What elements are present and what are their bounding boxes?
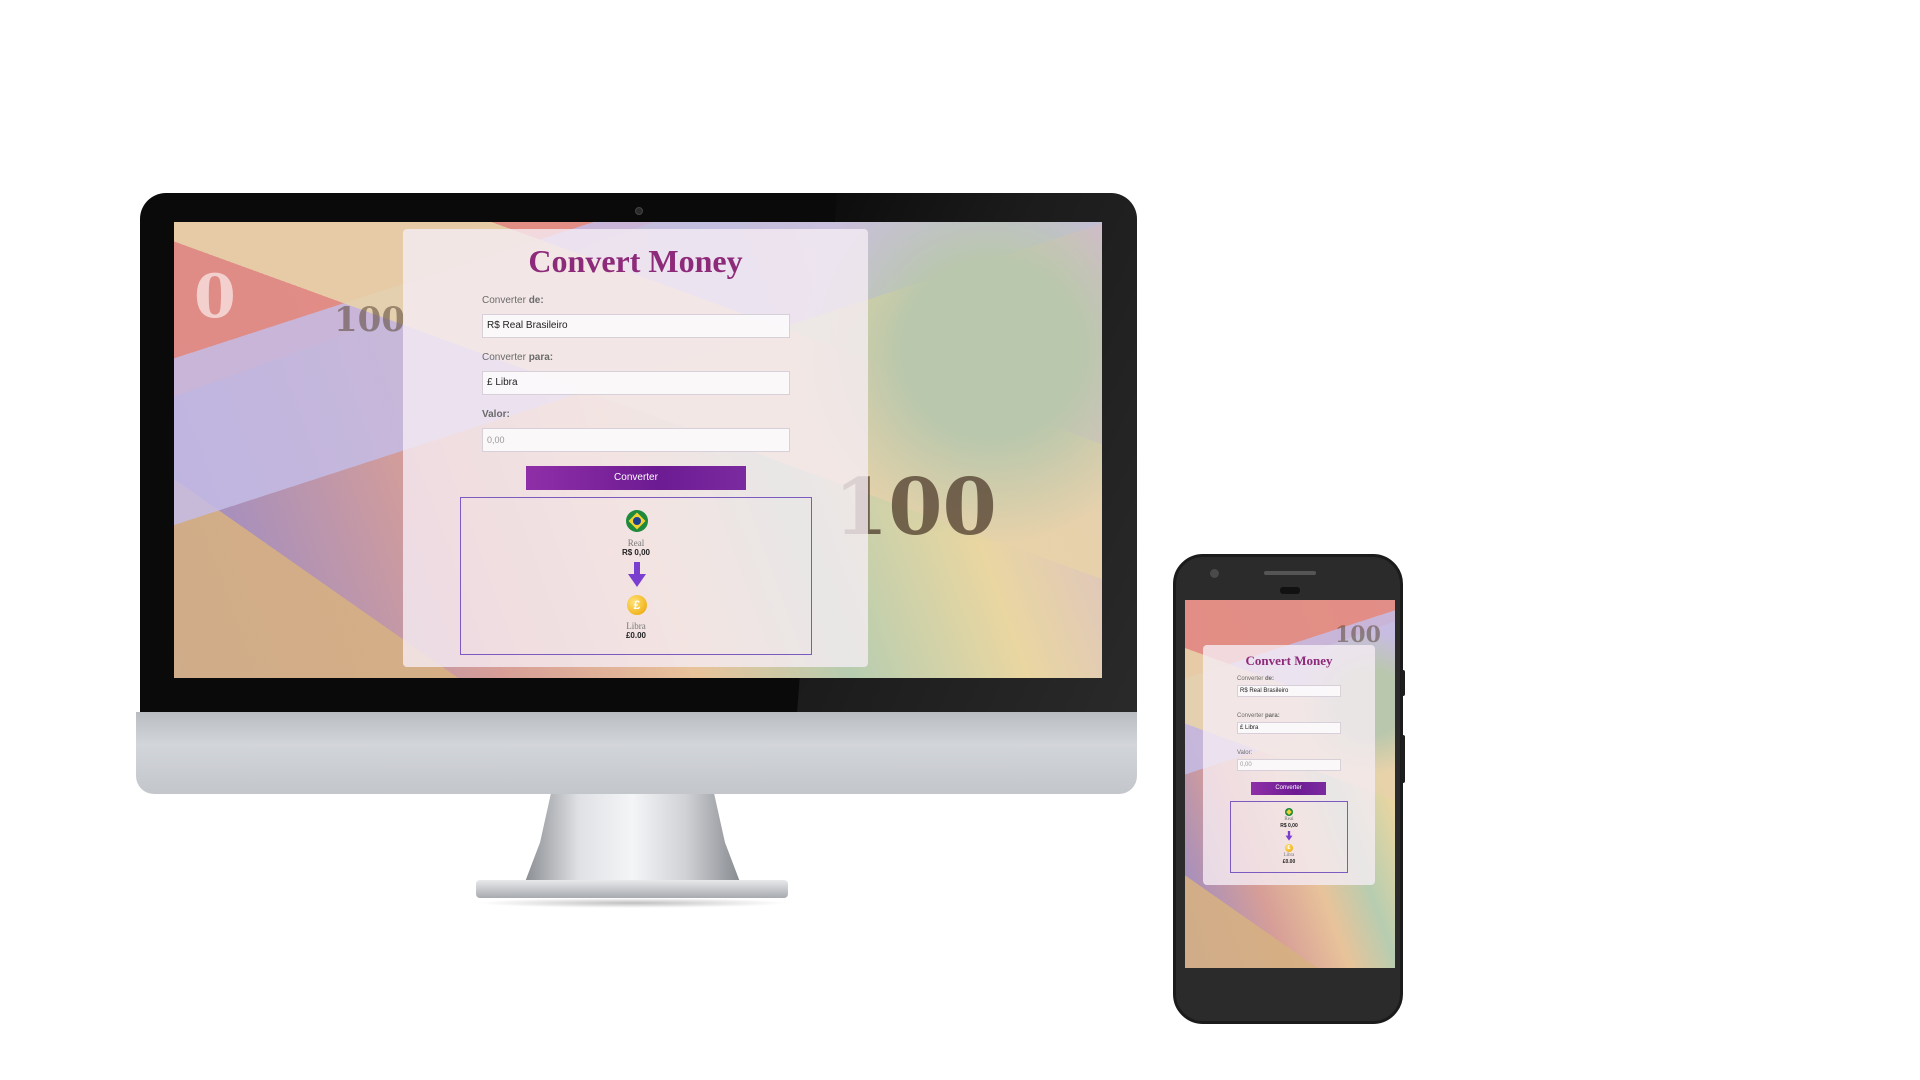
monitor-stand [525,794,740,882]
desktop-screen: 100 100 0 Convert Money Converter de: R$… [174,222,1102,678]
monitor-shadow [476,898,788,908]
mobile-result-box: Real R$ 0,00 £ Libra £0.00 [1230,801,1348,873]
pound-coin-icon: £ [627,595,647,615]
from-currency-select[interactable]: R$ Real Brasileiro [482,314,790,338]
mobile-convert-button[interactable]: Converter [1251,782,1326,795]
to-currency-select[interactable]: £ Libra [482,371,790,395]
amount-input[interactable]: 0,00 [482,428,790,452]
result-box: Real R$ 0,00 £ Libra £0.00 [460,497,812,655]
mobile-from-currency-name: Real [1284,817,1294,822]
phone-volume-button [1401,735,1405,783]
phone-camera [1210,569,1219,578]
phone-sensor [1280,587,1300,594]
mobile-converter-panel: Convert Money Converter de: R$ Real Bras… [1203,645,1375,885]
convert-button[interactable]: Converter [526,466,746,490]
mobile-to-label: Converter para: [1237,713,1280,719]
amount-label: Valor: [482,409,510,420]
mobile-pound-coin-icon: £ [1285,844,1293,852]
monitor-chin [136,712,1137,794]
to-label: Converter para: [482,352,554,363]
mobile-to-amount: £0.00 [1282,859,1296,865]
mobile-screen: 100 Convert Money Converter de: R$ Real … [1185,600,1395,968]
to-amount: £0.00 [625,631,647,640]
brazil-flag-icon [626,510,648,532]
from-amount: R$ 0,00 [621,548,651,557]
monitor-stand-base [476,880,788,898]
mobile-amount-label: Valor: [1237,750,1253,756]
mobile-page-title: Convert Money [1245,653,1333,668]
mobile-arrow-down-icon [1285,831,1293,841]
mobile-to-currency-name: Libra [1283,853,1295,858]
converter-panel: Convert Money Converter de: R$ Real Bras… [403,229,868,667]
from-label: Converter de: [482,295,544,306]
mobile-brazil-flag-icon [1285,808,1293,816]
phone-speaker [1264,571,1316,575]
mobile-from-amount: R$ 0,00 [1280,823,1298,829]
to-currency-name: Libra [626,621,646,631]
mobile-amount-input[interactable]: 0,00 [1237,759,1341,771]
mobile-from-label: Converter de: [1237,676,1275,682]
monitor-camera [635,207,643,215]
from-currency-name: Real [627,538,645,548]
mobile-to-currency-select[interactable]: £ Libra [1237,722,1341,734]
arrow-down-icon [628,562,646,587]
phone-side-button [1401,670,1405,696]
mobile-from-currency-select[interactable]: R$ Real Brasileiro [1237,685,1341,697]
page-title: Convert Money [528,243,743,279]
